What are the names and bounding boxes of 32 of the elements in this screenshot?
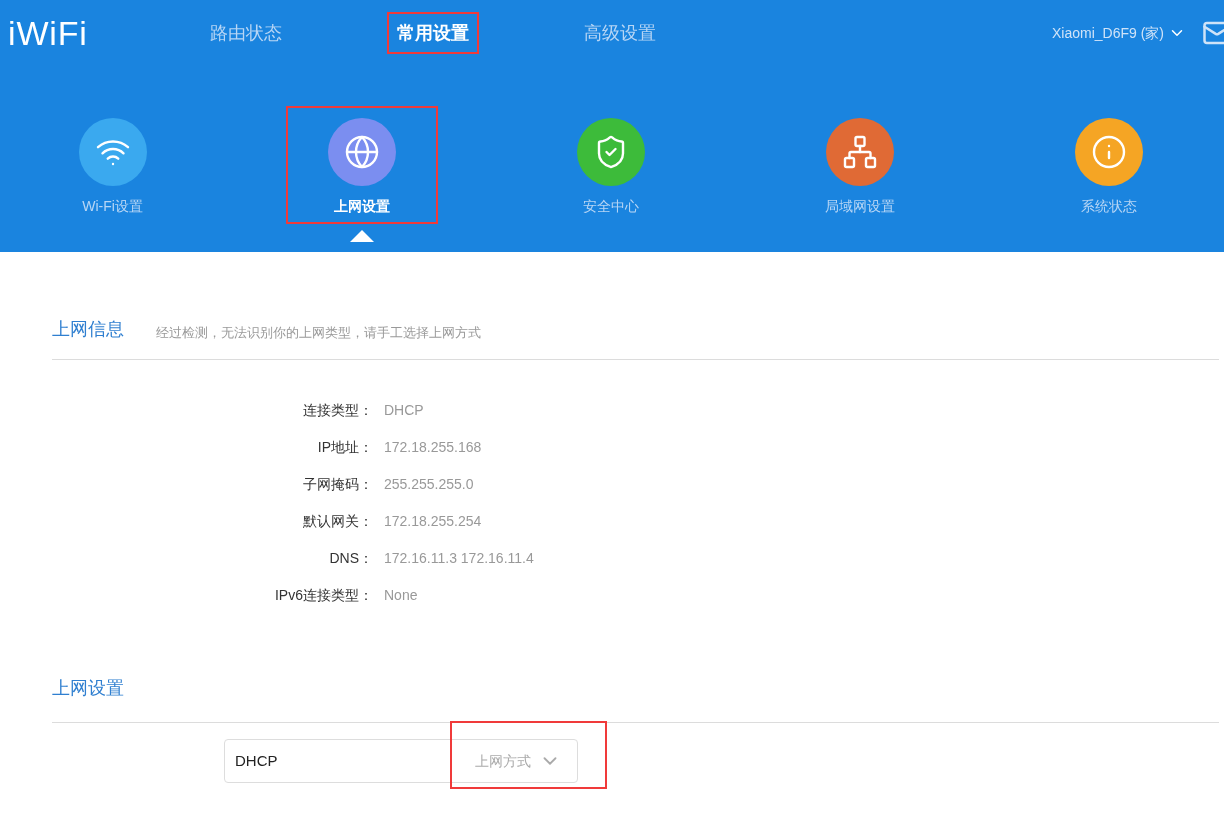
nav-tab[interactable]: 路由状态 — [200, 12, 292, 54]
globe-icon — [343, 134, 380, 170]
info-label: 子网掩码： — [302, 474, 373, 494]
nav-tab[interactable]: 常用设置 — [387, 12, 479, 54]
info-label: IP地址： — [316, 437, 373, 457]
info-icon — [1090, 134, 1127, 170]
info-value: 172.18.255.254 — [384, 511, 482, 531]
nav-item[interactable]: 系统状态 — [1032, 106, 1185, 224]
info-value: 172.16.11.3 172.16.11.4 — [384, 548, 534, 568]
info-value: 255.255.255.0 — [384, 474, 474, 494]
connection-type-select[interactable]: DHCP 上网方式 — [224, 739, 578, 783]
nav-tab[interactable]: 高级设置 — [574, 12, 666, 54]
account-dropdown[interactable]: Xiaomi_D6F9 (家) — [1051, 22, 1186, 44]
network-icon — [841, 134, 878, 170]
info-label: 默认网关： — [302, 511, 373, 531]
info-value: 172.18.255.168 — [384, 437, 482, 457]
section-title: 上网设置 — [52, 677, 125, 700]
nav-item[interactable]: 安全中心 — [534, 106, 687, 224]
nav-item[interactable]: Wi-Fi设置 — [36, 106, 189, 224]
info-label: DNS： — [328, 548, 373, 568]
info-label: IPv6连接类型： — [274, 585, 373, 605]
logo: iWiFi — [8, 12, 89, 54]
section-hint: 经过检测，无法识别你的上网类型，请手工选择上网方式 — [156, 323, 481, 342]
select-value: DHCP — [235, 750, 278, 771]
info-label: 连接类型： — [302, 400, 373, 420]
info-value: DHCP — [384, 400, 424, 420]
select-trigger[interactable]: 上网方式 — [475, 750, 561, 772]
info-value: None — [384, 585, 418, 605]
section-title: 上网信息 — [52, 318, 124, 341]
pointer-caret — [349, 230, 374, 242]
nav-item[interactable]: 局域网设置 — [783, 106, 936, 224]
nav-item[interactable]: 上网设置 — [285, 106, 438, 224]
